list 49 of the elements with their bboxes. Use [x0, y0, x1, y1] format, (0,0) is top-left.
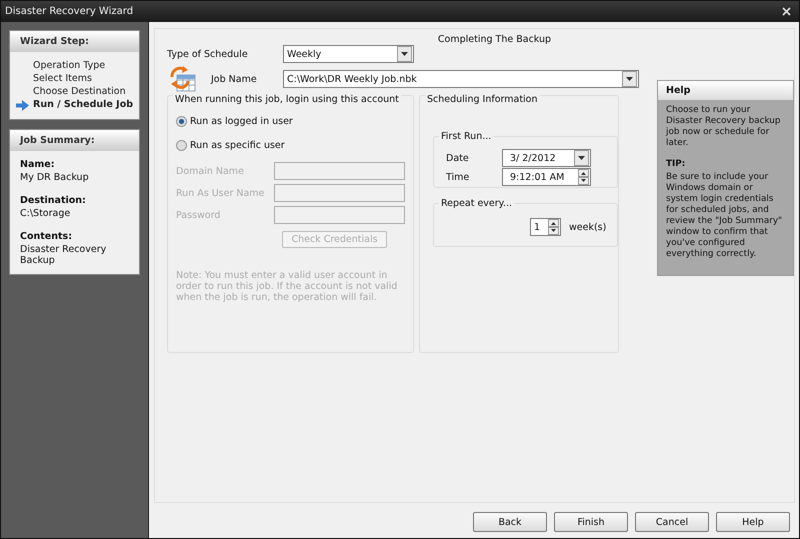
unit-label: week(s): [569, 222, 606, 232]
footer-button[interactable]: Back: [473, 512, 547, 532]
tip-text: Be sure to include your Windows domain or system login credentials for scheduled jobs, and review the "Job Summary" window to confirm that you've configured everything correctly.: [666, 172, 784, 260]
time-label: Time: [446, 172, 470, 182]
schedule-type-label: Type of Schedule: [167, 48, 249, 60]
dropdown-arrow-icon: [626, 77, 633, 81]
dropdown-arrow-icon: [401, 52, 408, 56]
calendar-refresh-icon: [169, 65, 197, 93]
footer-button[interactable]: Finish: [554, 512, 628, 532]
date-label: Date: [446, 152, 469, 164]
panel-title: Wizard Step:: [10, 31, 139, 52]
help-text: Choose to run your Disaster Recovery backup job now or schedule for later.: [666, 105, 782, 149]
summary-label: Destination:: [20, 195, 87, 206]
time-spinner[interactable]: 9:12:01 AM: [502, 168, 591, 186]
panel-title: Job Summary:: [10, 130, 139, 151]
schedule-type-dropdown[interactable]: Weekly: [283, 45, 414, 63]
field-label: Domain Name: [176, 166, 244, 176]
summary-value: C:\Storage: [20, 208, 72, 219]
summary-label: Contents:: [20, 231, 74, 242]
help-title: Help: [658, 81, 793, 100]
group-title: First Run...: [439, 131, 494, 142]
page-heading: Completing The Backup: [436, 34, 552, 45]
summary-value: My DR Backup: [20, 172, 90, 183]
group-title: Repeat every...: [439, 198, 514, 209]
spinner-arrows-icon: [548, 219, 559, 235]
group-title: When running this job, login using this account: [173, 94, 401, 105]
footer-button[interactable]: Cancel: [635, 512, 709, 532]
wizard-step-item[interactable]: Choose Destination: [33, 86, 126, 97]
summary-value: Disaster Recovery Backup: [20, 244, 108, 266]
radio-button[interactable]: Run as specific user: [176, 140, 405, 151]
spinner-arrows-icon: [578, 169, 589, 185]
close-icon[interactable]: [780, 5, 793, 18]
field-label: Password: [176, 210, 220, 220]
job-name-dropdown[interactable]: C:\Work\DR Weekly Job.nbk: [283, 70, 639, 88]
radio-button[interactable]: Run as logged in user: [176, 116, 405, 127]
wizard-step-item[interactable]: Run / Schedule Job: [33, 99, 134, 110]
note-text: Note: You must enter a valid user account in order to run this job. If the account is not valid when the job is run, the operation will fail.: [176, 270, 398, 303]
summary-label: Name:: [20, 159, 56, 170]
dropdown-arrow-icon: [578, 156, 585, 160]
wizard-step-item[interactable]: Operation Type: [33, 60, 106, 71]
field-label: Run As User Name: [176, 188, 264, 198]
wizard-step-item[interactable]: Select Items: [33, 73, 92, 84]
job-name-label: Job Name: [210, 74, 258, 84]
window-title: Disaster Recovery Wizard: [5, 6, 134, 17]
group-title: Scheduling Information: [425, 94, 540, 105]
tip-title: TIP:: [666, 159, 686, 170]
date-picker[interactable]: 3/ 2/2012: [502, 149, 591, 167]
footer-button[interactable]: Help: [716, 512, 790, 532]
repeat-spinner[interactable]: 1: [530, 218, 561, 236]
